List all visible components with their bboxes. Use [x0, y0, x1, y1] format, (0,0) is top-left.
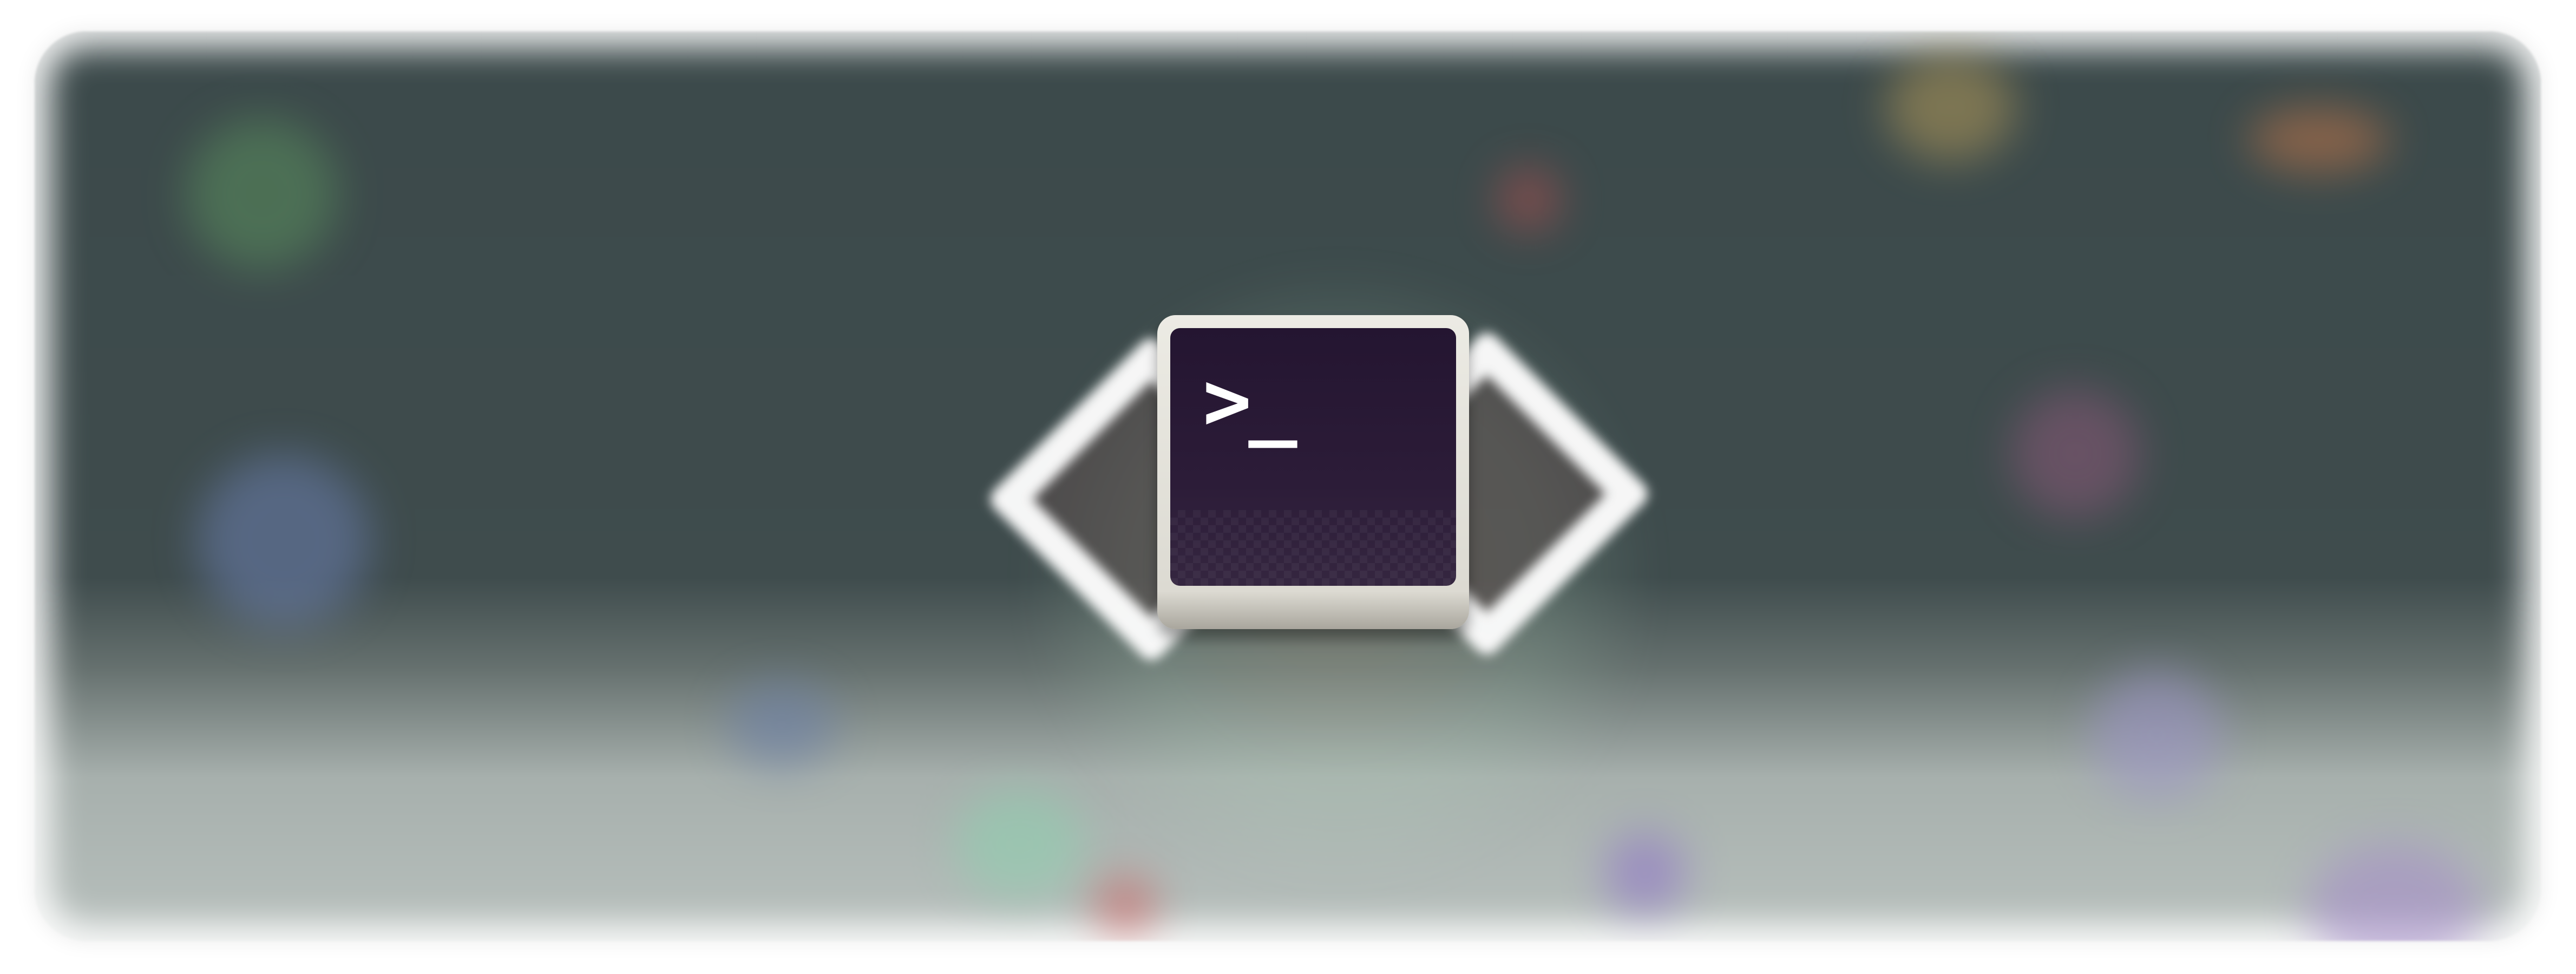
terminal-icon: >_	[1157, 315, 1469, 629]
terminal-prompt: >_	[1203, 354, 1297, 448]
banner-canvas: >_	[0, 0, 2576, 974]
terminal-screen: >_	[1170, 328, 1456, 586]
